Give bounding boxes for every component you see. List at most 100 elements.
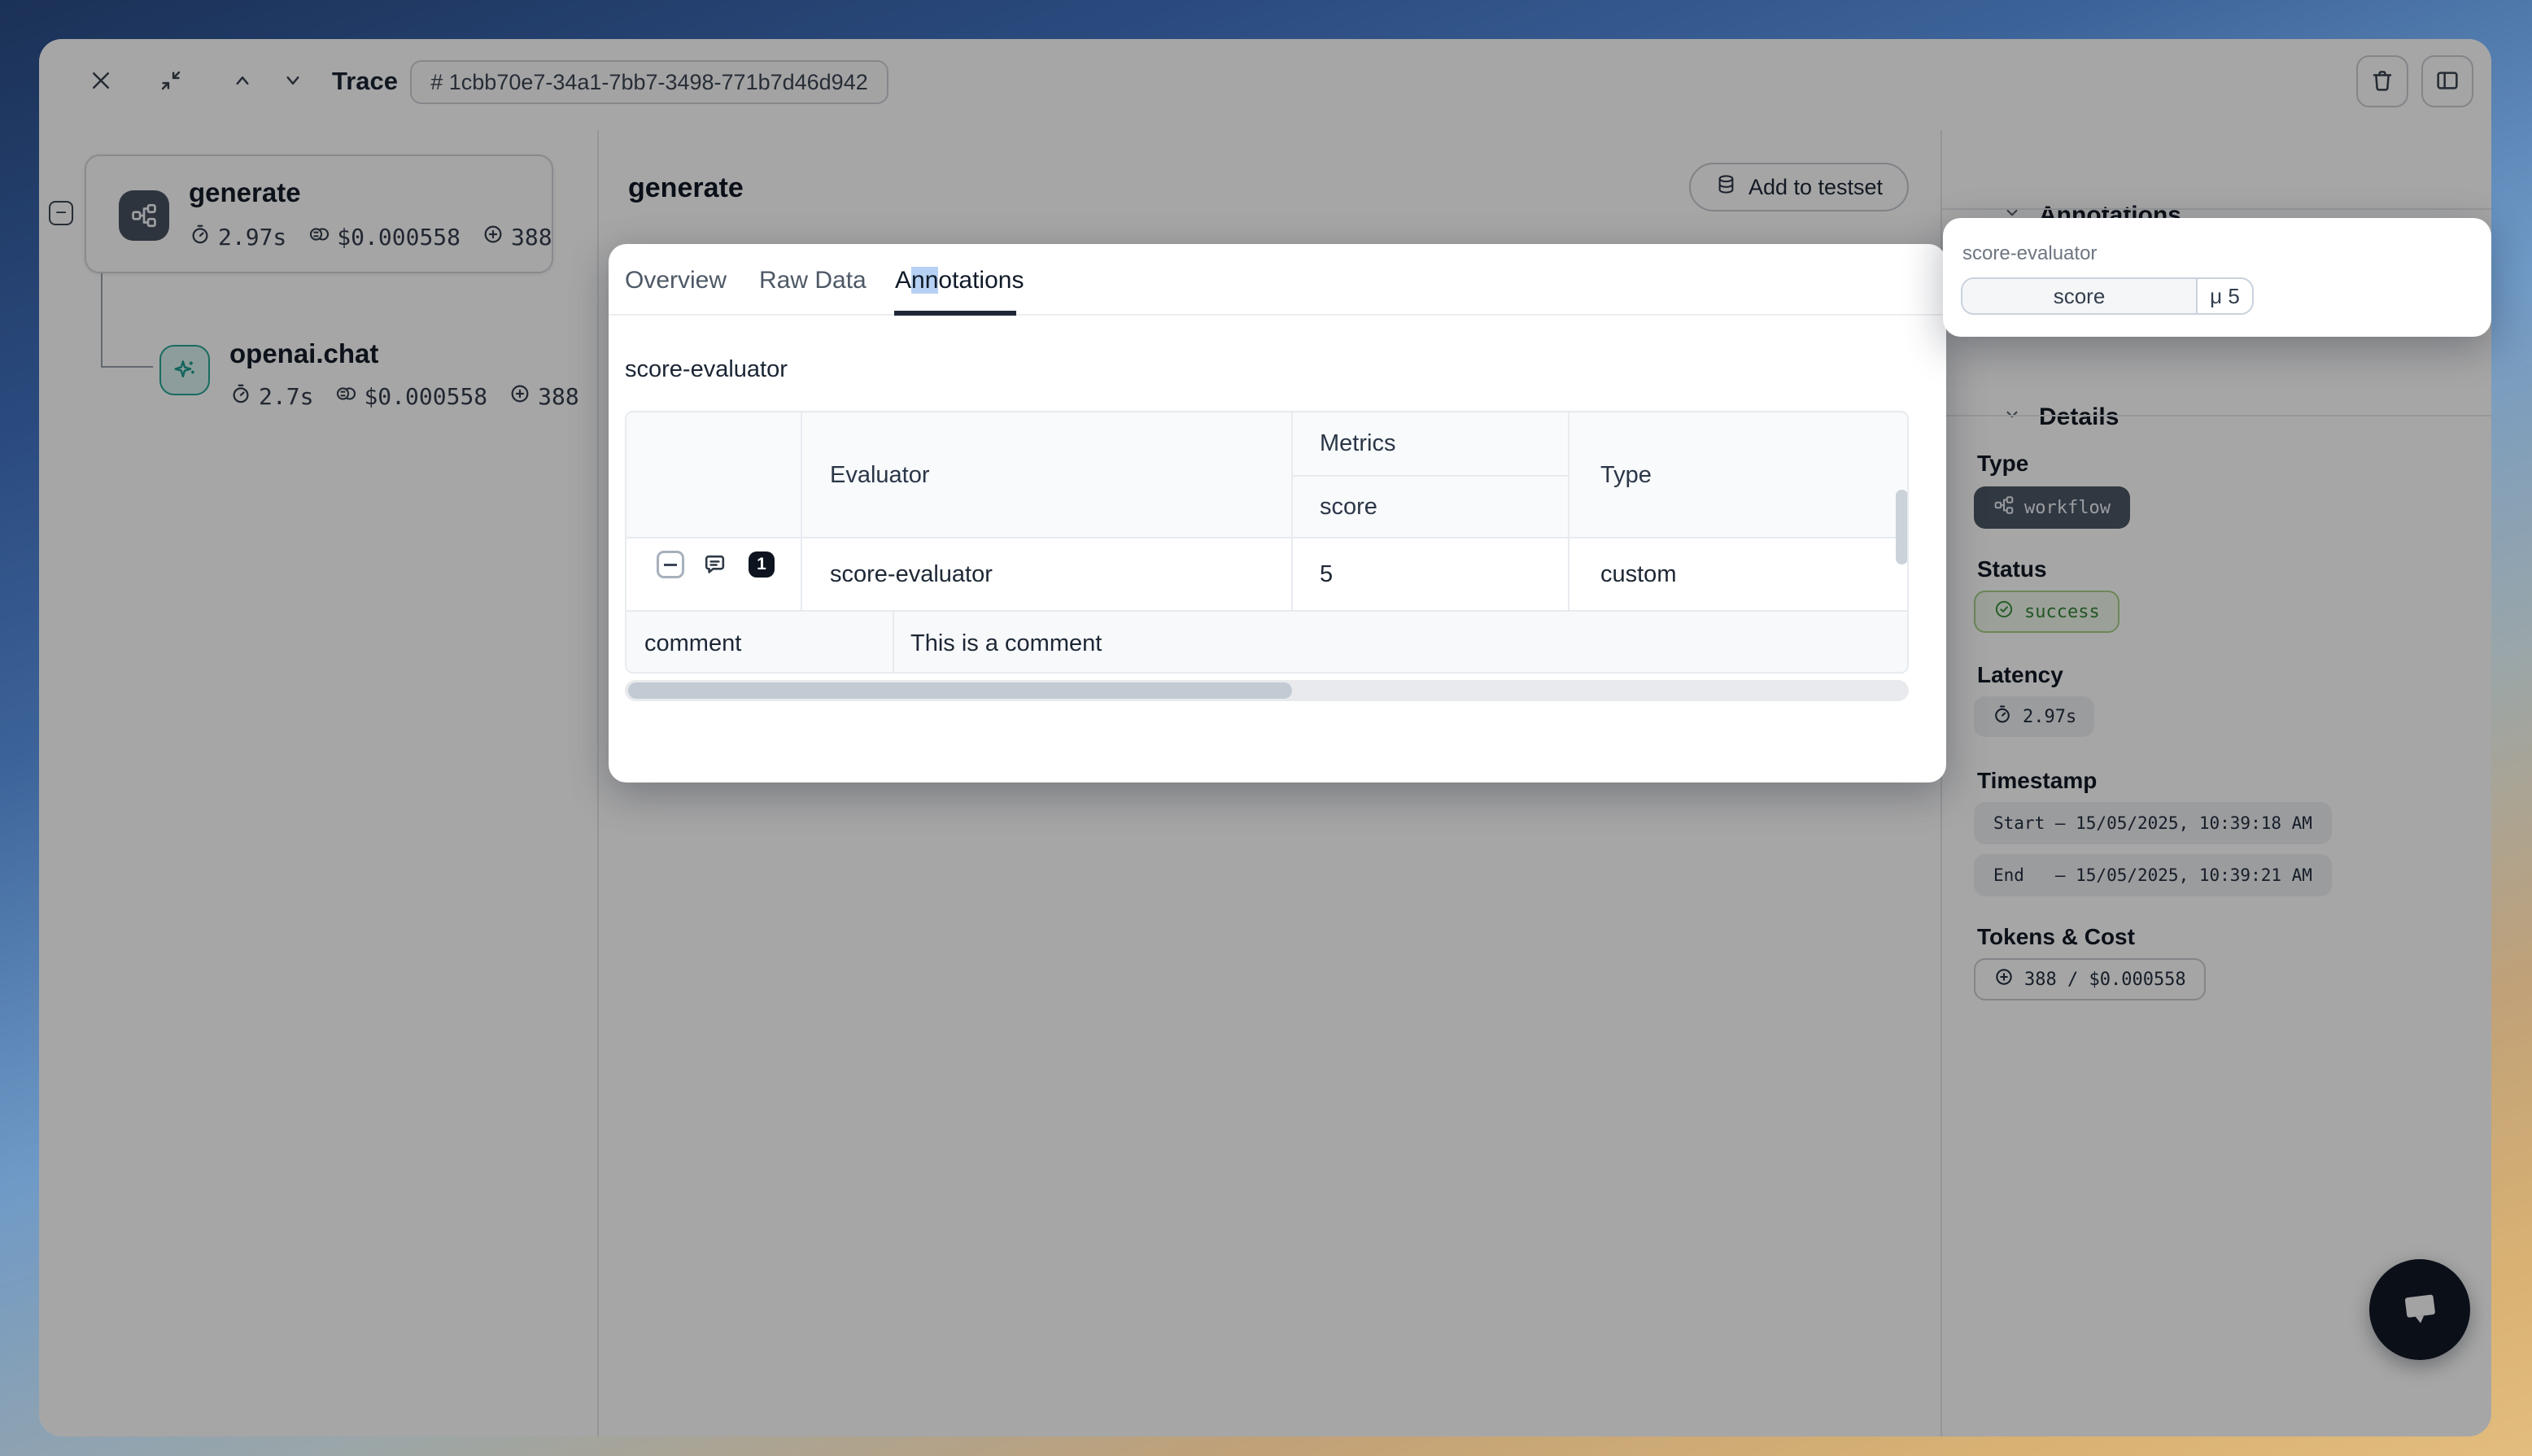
database-icon [1715,173,1737,201]
coins-icon [334,382,357,411]
close-button[interactable] [80,60,122,102]
chevron-down-icon [281,68,305,95]
tree-connector-horizontal [101,366,153,368]
section-divider [1942,415,2491,416]
latency-value: 2.7s [259,383,313,410]
timestamp-end: End – 15/05/2025, 10:39:21 AM [1993,865,2312,885]
tokens-cost-label: Tokens & Cost [1977,924,2135,950]
status-value-pill: success [1974,591,2119,633]
minus-glyph: − [55,203,67,223]
minus-icon [664,564,677,566]
plus-circle-icon [509,382,531,411]
node-stats: 2.97s $0.000558 388 [189,223,552,251]
tab-annotations[interactable]: Annotations [895,267,1024,294]
cost-stat: $0.000558 [334,382,487,411]
trace-title: Trace [332,67,398,96]
comment-value-cell: This is a comment [910,612,1102,674]
table-vertical-scrollbar-thumb[interactable] [1896,490,1908,565]
grid-line [626,610,1909,612]
grid-line [1291,412,1293,610]
tokens-value: 388 [511,224,552,251]
tree-collapse-toggle[interactable]: − [49,201,73,225]
latency-stat: 2.97s [189,223,286,251]
chevron-up-icon [230,68,255,95]
prev-trace-button[interactable] [221,60,264,102]
node-stats: 2.7s $0.000558 388 [229,382,579,411]
score-evaluator-annotation-card: score-evaluator score μ 5 [1943,218,2491,337]
chevron-down-icon [2002,403,2023,431]
metric-name-segment[interactable]: score [1962,279,2198,313]
metrics-column-header: Metrics [1320,412,1395,475]
comment-count-badge[interactable]: 1 [749,551,775,578]
sparkles-icon [159,345,210,395]
timer-icon [1992,704,2013,730]
next-trace-button[interactable] [272,60,314,102]
tree-node-generate[interactable]: generate 2.97s $0.000558 388 [85,155,553,273]
collapse-panel-button[interactable] [150,60,192,102]
tree-node-openai-chat[interactable]: openai.chat 2.7s $0.000558 388 [159,329,583,442]
annotations-tab-card: Overview Raw Data Annotations score-eval… [609,244,1946,782]
table-header-background [626,412,1909,538]
metric-name: score [2054,284,2106,309]
details-section-header[interactable]: Details [2002,403,2119,431]
timestamp-start: Start – 15/05/2025, 10:39:18 AM [1993,813,2312,833]
score-subcolumn-header: score [1320,476,1377,538]
check-circle-icon [1993,599,2015,625]
trace-id-badge[interactable]: # 1cbb70e7-34a1-7bb7-3498-771b7d46d942 [410,60,888,104]
type-value: workflow [2024,498,2111,518]
section-divider [1942,208,2491,210]
cost-stat: $0.000558 [308,223,461,251]
chat-bubble-icon [2394,1284,2445,1336]
tab-bar: Overview Raw Data Annotations [609,244,1946,316]
metric-mean-value: μ 5 [2210,284,2240,309]
span-title: generate [628,172,744,204]
grid-line [626,537,1909,538]
tokens-value: 388 [538,383,579,410]
tab-raw-data[interactable]: Raw Data [759,267,867,294]
type-value-pill: workflow [1974,486,2130,529]
timestamp-end-pill: End – 15/05/2025, 10:39:21 AM [1974,854,2332,896]
comment-bubble-button[interactable] [701,551,728,582]
grid-line [1568,412,1569,610]
panel-layout-icon [2434,68,2460,96]
score-metric-control[interactable]: score μ 5 [1961,277,2254,315]
horizontal-scrollbar-track[interactable] [625,680,1909,701]
latency-value: 2.97s [218,224,286,251]
timer-icon [229,382,252,411]
tokens-cost-value: 388 / $0.000558 [2024,970,2186,990]
workflow-icon [1993,495,2015,521]
toggle-sidepanel-button[interactable] [2421,55,2473,107]
desktop-background: Trace # 1cbb70e7-34a1-7bb7-3498-771b7d46… [0,0,2532,1456]
latency-value: 2.97s [2023,707,2076,727]
add-to-testset-button[interactable]: Add to testset [1689,163,1909,211]
workflow-icon [119,190,169,241]
node-title: openai.chat [229,338,378,369]
evaluator-section-title: score-evaluator [625,356,788,383]
horizontal-scrollbar-thumb[interactable] [628,682,1292,699]
status-value: success [2024,602,2100,622]
tab-annotations-text: A [895,267,911,294]
type-cell: custom [1600,538,1676,610]
comment-row-background [626,612,1909,674]
type-column-header: Type [1600,412,1652,538]
tab-annotations-selected-text: nn [911,267,938,294]
chat-fab-button[interactable] [2369,1259,2470,1360]
cost-value: $0.000558 [337,224,461,251]
tab-annotations-text: otations [938,267,1024,294]
type-label: Type [1977,451,2028,477]
plus-circle-icon [1993,966,2015,992]
coins-icon [308,223,330,251]
delete-trace-button[interactable] [2356,55,2408,107]
latency-stat: 2.7s [229,382,313,411]
grid-line [801,412,802,610]
metric-value-segment[interactable]: μ 5 [2198,279,2252,313]
tab-overview[interactable]: Overview [625,267,727,294]
evaluator-cell: score-evaluator [830,538,993,610]
grid-line [893,612,894,674]
timestamp-start-pill: Start – 15/05/2025, 10:39:18 AM [1974,802,2332,844]
trash-icon [2369,68,2395,96]
sidebar-divider [597,130,599,1436]
tree-connector-vertical [101,273,103,368]
collapse-row-button[interactable] [657,551,684,578]
score-cell: 5 [1320,538,1333,610]
